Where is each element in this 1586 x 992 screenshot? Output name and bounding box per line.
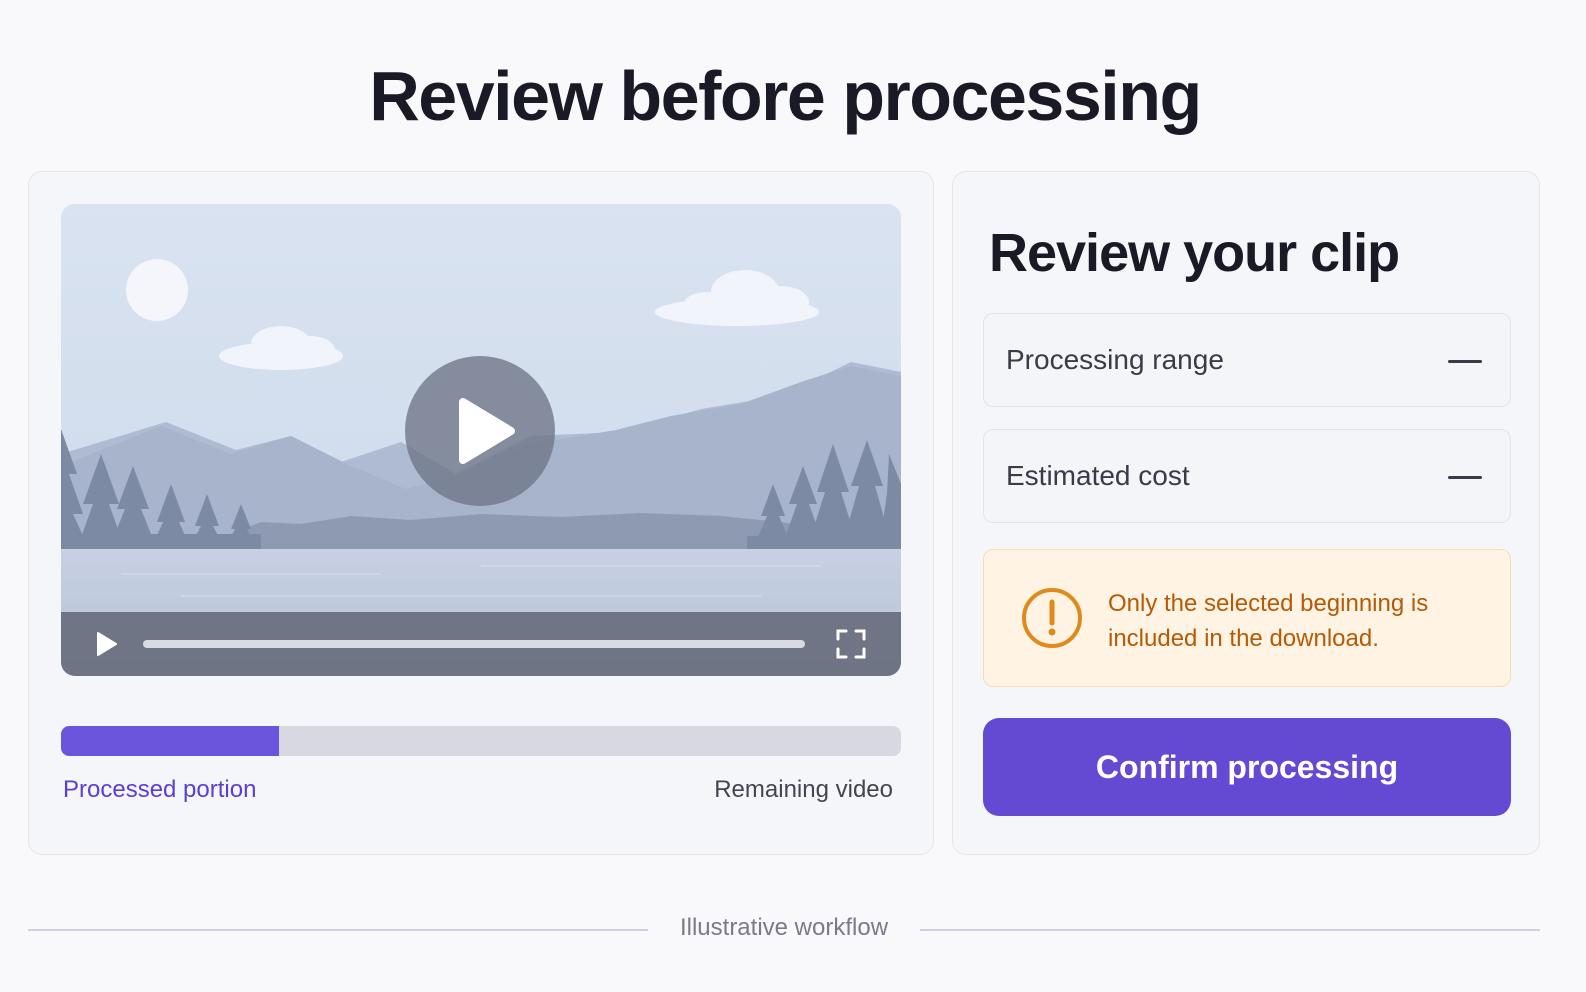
page-title: Review before processing — [369, 57, 1202, 135]
download-warning: Only the selected beginning is included … — [983, 549, 1511, 687]
review-panel: Review your clip Processing range Estima… — [952, 171, 1540, 855]
fullscreen-button[interactable] — [835, 628, 867, 660]
play-icon — [459, 398, 515, 464]
processed-portion-label: Processed portion — [63, 776, 257, 803]
confirm-processing-button[interactable]: Confirm processing — [983, 718, 1511, 816]
page: Review before processing Processed porti… — [0, 0, 1586, 992]
player-controls — [61, 612, 901, 676]
processing-range-row: Processing range — [983, 313, 1511, 407]
exclamation-circle-icon — [1022, 588, 1082, 648]
control-play-button[interactable] — [91, 629, 121, 659]
estimated-cost-row: Estimated cost — [983, 429, 1511, 523]
video-card: Processed portion Remaining video — [28, 171, 934, 855]
processed-portion-fill — [61, 726, 280, 756]
estimated-cost-value — [1448, 476, 1482, 479]
fullscreen-icon — [836, 629, 866, 659]
processing-progress-bar — [61, 726, 901, 756]
big-play-button[interactable] — [405, 356, 555, 506]
footer-divider-right — [920, 929, 1540, 931]
seek-bar[interactable] — [143, 640, 805, 648]
video-player[interactable] — [61, 204, 901, 676]
processing-range-value — [1448, 360, 1482, 363]
warning-text: Only the selected beginning is included … — [1108, 590, 1429, 652]
footer-divider-left — [28, 929, 648, 931]
estimated-cost-label: Estimated cost — [1006, 460, 1190, 491]
play-icon — [97, 632, 117, 656]
processing-range-label: Processing range — [1006, 344, 1224, 375]
remaining-video-label: Remaining video — [714, 776, 893, 803]
review-title: Review your clip — [989, 223, 1400, 283]
footer-caption: Illustrative workflow — [679, 914, 889, 941]
